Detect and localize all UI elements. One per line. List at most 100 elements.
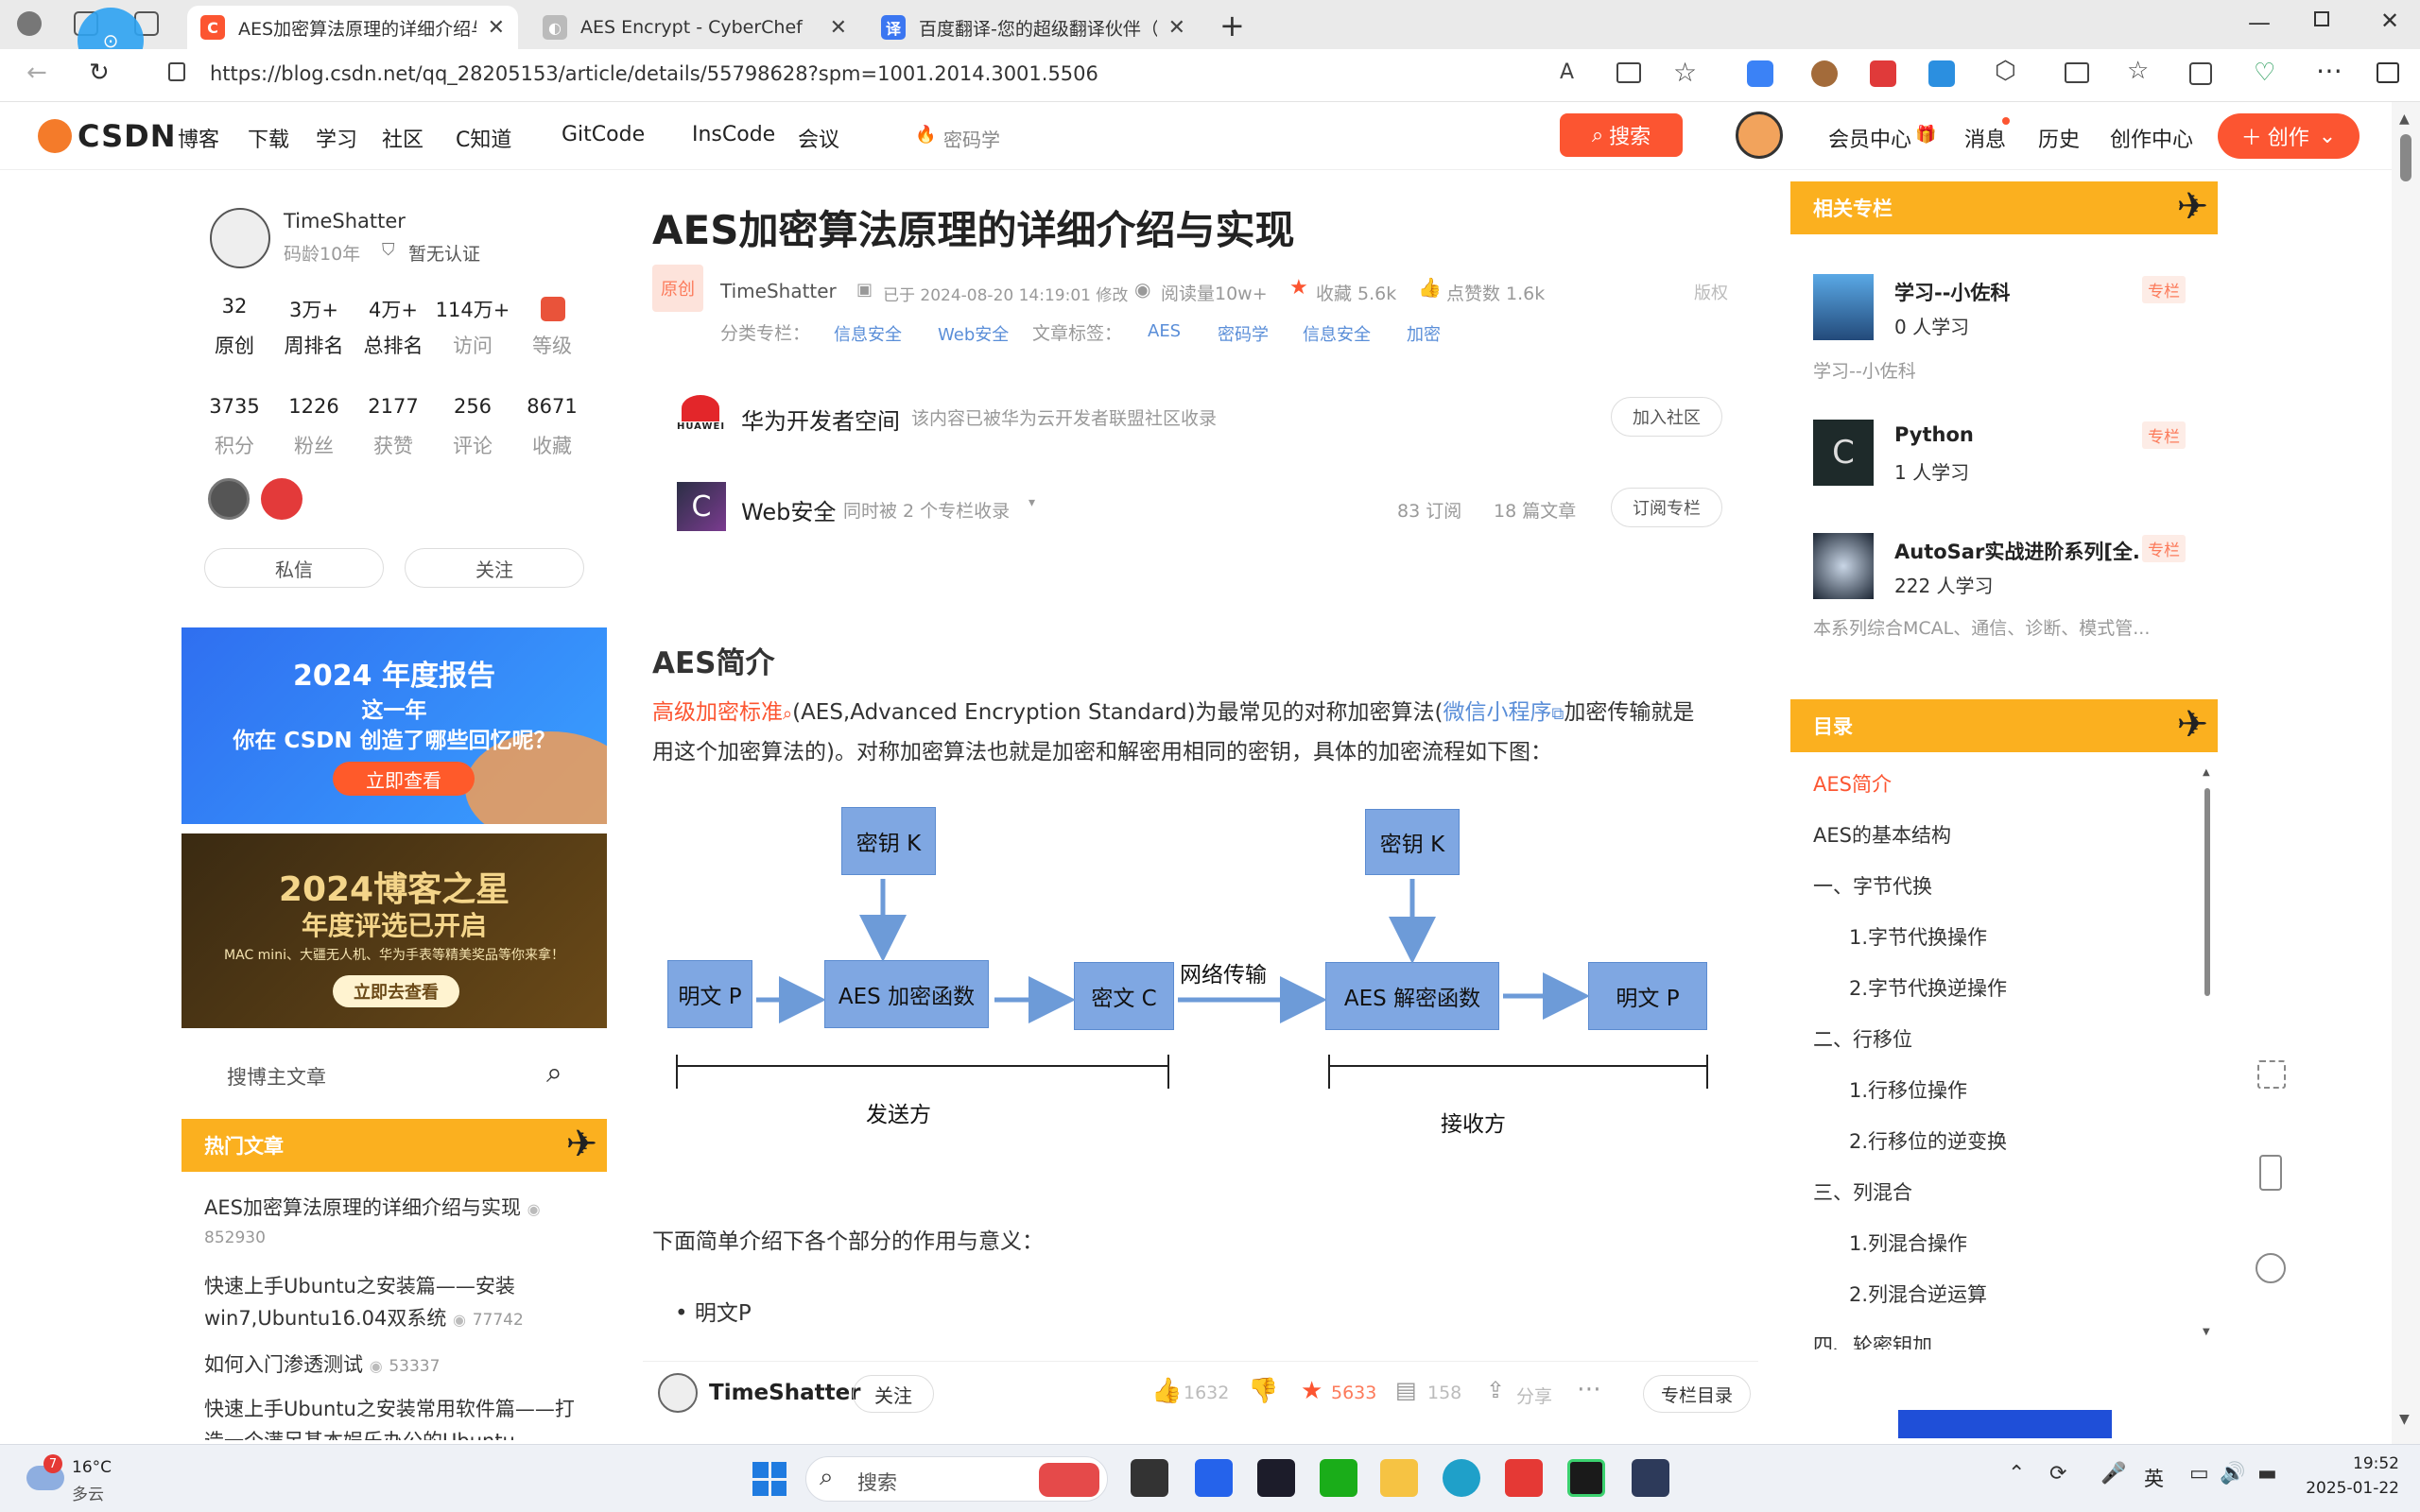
nav-gitcode[interactable]: GitCode [562,123,645,146]
subscribe-column-button[interactable]: 订阅专栏 [1611,488,1722,527]
page-scrollbar[interactable]: ▲ ▼ [2392,102,2420,1444]
related-column-1[interactable]: 学习--小佐科 0 人学习 专栏 [1813,274,2210,350]
tag-infosec[interactable]: 信息安全 [1303,321,1371,346]
thumb-up-icon[interactable]: 👍 [1151,1377,1182,1405]
nav-community[interactable]: 社区 [382,123,424,153]
toc-item-aes-intro[interactable]: AES简介 [1813,769,1892,798]
column-cover[interactable]: C [677,482,726,531]
author-avatar[interactable] [210,208,270,268]
hot-article-1[interactable]: AES加密算法原理的详细介绍与实现 ◉ [204,1193,601,1221]
extension-icon-3[interactable] [1870,60,1896,87]
bottom-author-avatar[interactable] [658,1373,698,1413]
taskview-app-icon[interactable] [1131,1459,1168,1497]
toc-item-subbytes[interactable]: 一、字节代换 [1813,871,1932,900]
taskbar-search-box[interactable]: ⌕ 搜索 [805,1456,1108,1502]
fav-count[interactable]: 收藏 5.6k [1316,280,1396,305]
tab-csdn-article[interactable]: C AES加密算法原理的详细介绍与实 ✕ [187,6,518,49]
extension-icon-4[interactable] [1928,60,1955,87]
qq-app-icon[interactable] [1632,1459,1669,1497]
tray-chevron-icon[interactable]: ⌃ [2008,1462,2025,1486]
nav-messages[interactable]: 消息 [1964,123,2006,153]
more-icon[interactable]: ⋯ [1577,1375,1601,1403]
hot-article-title[interactable]: 快速上手Ubuntu之安装常用软件篇——打造一个满足基本娱乐办公的Ubuntu [204,1398,575,1440]
minimize-icon[interactable]: — [2248,9,2271,36]
author-name[interactable]: TimeShatter [284,210,406,232]
related-column-2[interactable]: C Python 1 人学习 专栏 [1813,420,2210,495]
column-toc-button[interactable]: 专栏目录 [1643,1375,1751,1413]
hot-article-title[interactable]: AES加密算法原理的详细介绍与实现 [204,1196,521,1219]
tray-network-icon[interactable]: ▭ [2189,1462,2209,1486]
toc-scroll-up-icon[interactable]: ▲ [2203,767,2210,778]
clock-time[interactable]: 19:52 [2320,1454,2399,1473]
favorite-star-icon[interactable]: ☆ [1673,57,1697,88]
toc-item-mixcolumns-op[interactable]: 1.列混合操作 [1849,1228,1967,1257]
column-title[interactable]: Python [1894,423,1974,446]
follow-button[interactable]: 关注 [405,548,584,588]
feedback-icon[interactable] [2256,1253,2286,1283]
search-icon[interactable]: ⌕ [546,1057,562,1090]
browser-essentials-icon[interactable]: ♡ [2254,59,2275,87]
back-icon[interactable]: ← [26,59,47,87]
bottom-follow-button[interactable]: 关注 [853,1375,934,1413]
column-name[interactable]: Web安全 [741,493,836,526]
wechat-app-icon[interactable] [1320,1459,1357,1497]
hot-article-4[interactable]: 快速上手Ubuntu之安装常用软件篇——打造一个满足基本娱乐办公的Ubuntu [204,1393,582,1440]
column-desc[interactable]: 同时被 2 个专栏收录 [843,497,1010,523]
tab-cyberchef[interactable]: ◐ AES Encrypt - CyberChef ✕ [529,6,860,49]
close-icon[interactable]: ✕ [488,16,505,40]
favorites-icon[interactable]: ☆ [2127,57,2149,85]
article-author[interactable]: TimeShatter [720,280,837,302]
like-count[interactable]: 点赞数 1.6k [1446,280,1545,305]
avatar[interactable] [1736,112,1783,159]
badge-icon-2[interactable] [261,478,302,520]
copyright-link[interactable]: 版权 [1694,280,1728,304]
sidebar-ad-banner[interactable] [1898,1410,2112,1438]
banner-view-button[interactable]: 立即去查看 [333,975,459,1007]
tab-baidu-translate[interactable]: 译 百度翻译-您的超级翻译伙伴（文 ✕ [868,6,1199,49]
blog-search-box[interactable]: 搜博主文章 ⌕ [182,1049,607,1102]
hot-article-title[interactable]: 快速上手Ubuntu之安装篇——安装win7,Ubuntu16.04双系统 [204,1275,515,1330]
tray-battery-icon[interactable]: ▬ [2257,1462,2277,1486]
category-tag-web[interactable]: Web安全 [938,321,1009,346]
aes-standard-link[interactable]: 高级加密标准 [652,700,783,725]
csdn-logo[interactable]: CSDN [38,118,176,154]
create-button[interactable]: ＋创作 ⌄ [2218,113,2360,159]
nav-history[interactable]: 历史 [2038,123,2080,153]
category-tag-security[interactable]: 信息安全 [834,321,902,346]
toc-item-subbytes-op[interactable]: 1.字节代换操作 [1849,922,1987,951]
read-aloud-icon[interactable]: A [1560,60,1574,84]
badge-icon-1[interactable] [208,478,250,520]
toc-item-shiftrows-inverse[interactable]: 2.行移位的逆变换 [1849,1126,2007,1155]
nav-learn[interactable]: 学习 [316,123,357,153]
column-title[interactable]: 学习--小佐科 [1894,278,2010,306]
comment-icon[interactable]: ▤ [1395,1377,1417,1403]
more-menu-icon[interactable]: ⋯ [2316,55,2342,86]
bottom-share-label[interactable]: 分享 [1516,1383,1552,1408]
hot-article-2[interactable]: 快速上手Ubuntu之安装篇——安装win7,Ubuntu16.04双系统 ◉ … [204,1270,582,1336]
store-app-icon[interactable] [1195,1459,1233,1497]
bottom-star-icon[interactable]: ★ [1301,1377,1322,1405]
new-tab-icon[interactable]: + [1219,8,1245,43]
nav-blog[interactable]: 博客 [178,123,219,153]
toc-scroll-down-icon[interactable]: ▼ [2203,1327,2210,1337]
mobile-view-icon[interactable] [2259,1155,2282,1191]
nav-creator-center[interactable]: 创作中心 [2110,123,2193,153]
search-button[interactable]: ⌕ 搜索 [1560,113,1683,157]
annual-report-banner[interactable]: 2024 年度报告 这一年 你在 CSDN 创造了哪些回忆呢？ 立即查看 [182,627,607,824]
share-icon[interactable]: ⇪ [1486,1377,1505,1403]
search-input[interactable]: 密码学 [943,125,1000,152]
tray-mic-icon[interactable]: 🎤 [2100,1462,2126,1486]
wechat-miniprogram-link[interactable]: 微信小程序 [1443,700,1552,725]
edge-browser-icon[interactable] [1443,1459,1480,1497]
nav-meeting[interactable]: 会议 [798,123,839,153]
join-community-button[interactable]: 加入社区 [1611,397,1722,437]
dark-app-icon[interactable] [1257,1459,1295,1497]
nav-inscode[interactable]: InsCode [692,123,775,146]
url-field[interactable]: https://blog.csdn.net/qq_28205153/articl… [210,62,1098,85]
hot-article-title[interactable]: 如何入门渗透测试 [204,1353,363,1376]
community-name[interactable]: 华为开发者空间 [741,403,900,436]
hot-article-3[interactable]: 如何入门渗透测试 ◉ 53337 [204,1349,601,1378]
file-explorer-icon[interactable] [1380,1459,1418,1497]
wps-app-icon[interactable] [1505,1459,1543,1497]
toc-item-shiftrows-op[interactable]: 1.行移位操作 [1849,1075,1967,1104]
